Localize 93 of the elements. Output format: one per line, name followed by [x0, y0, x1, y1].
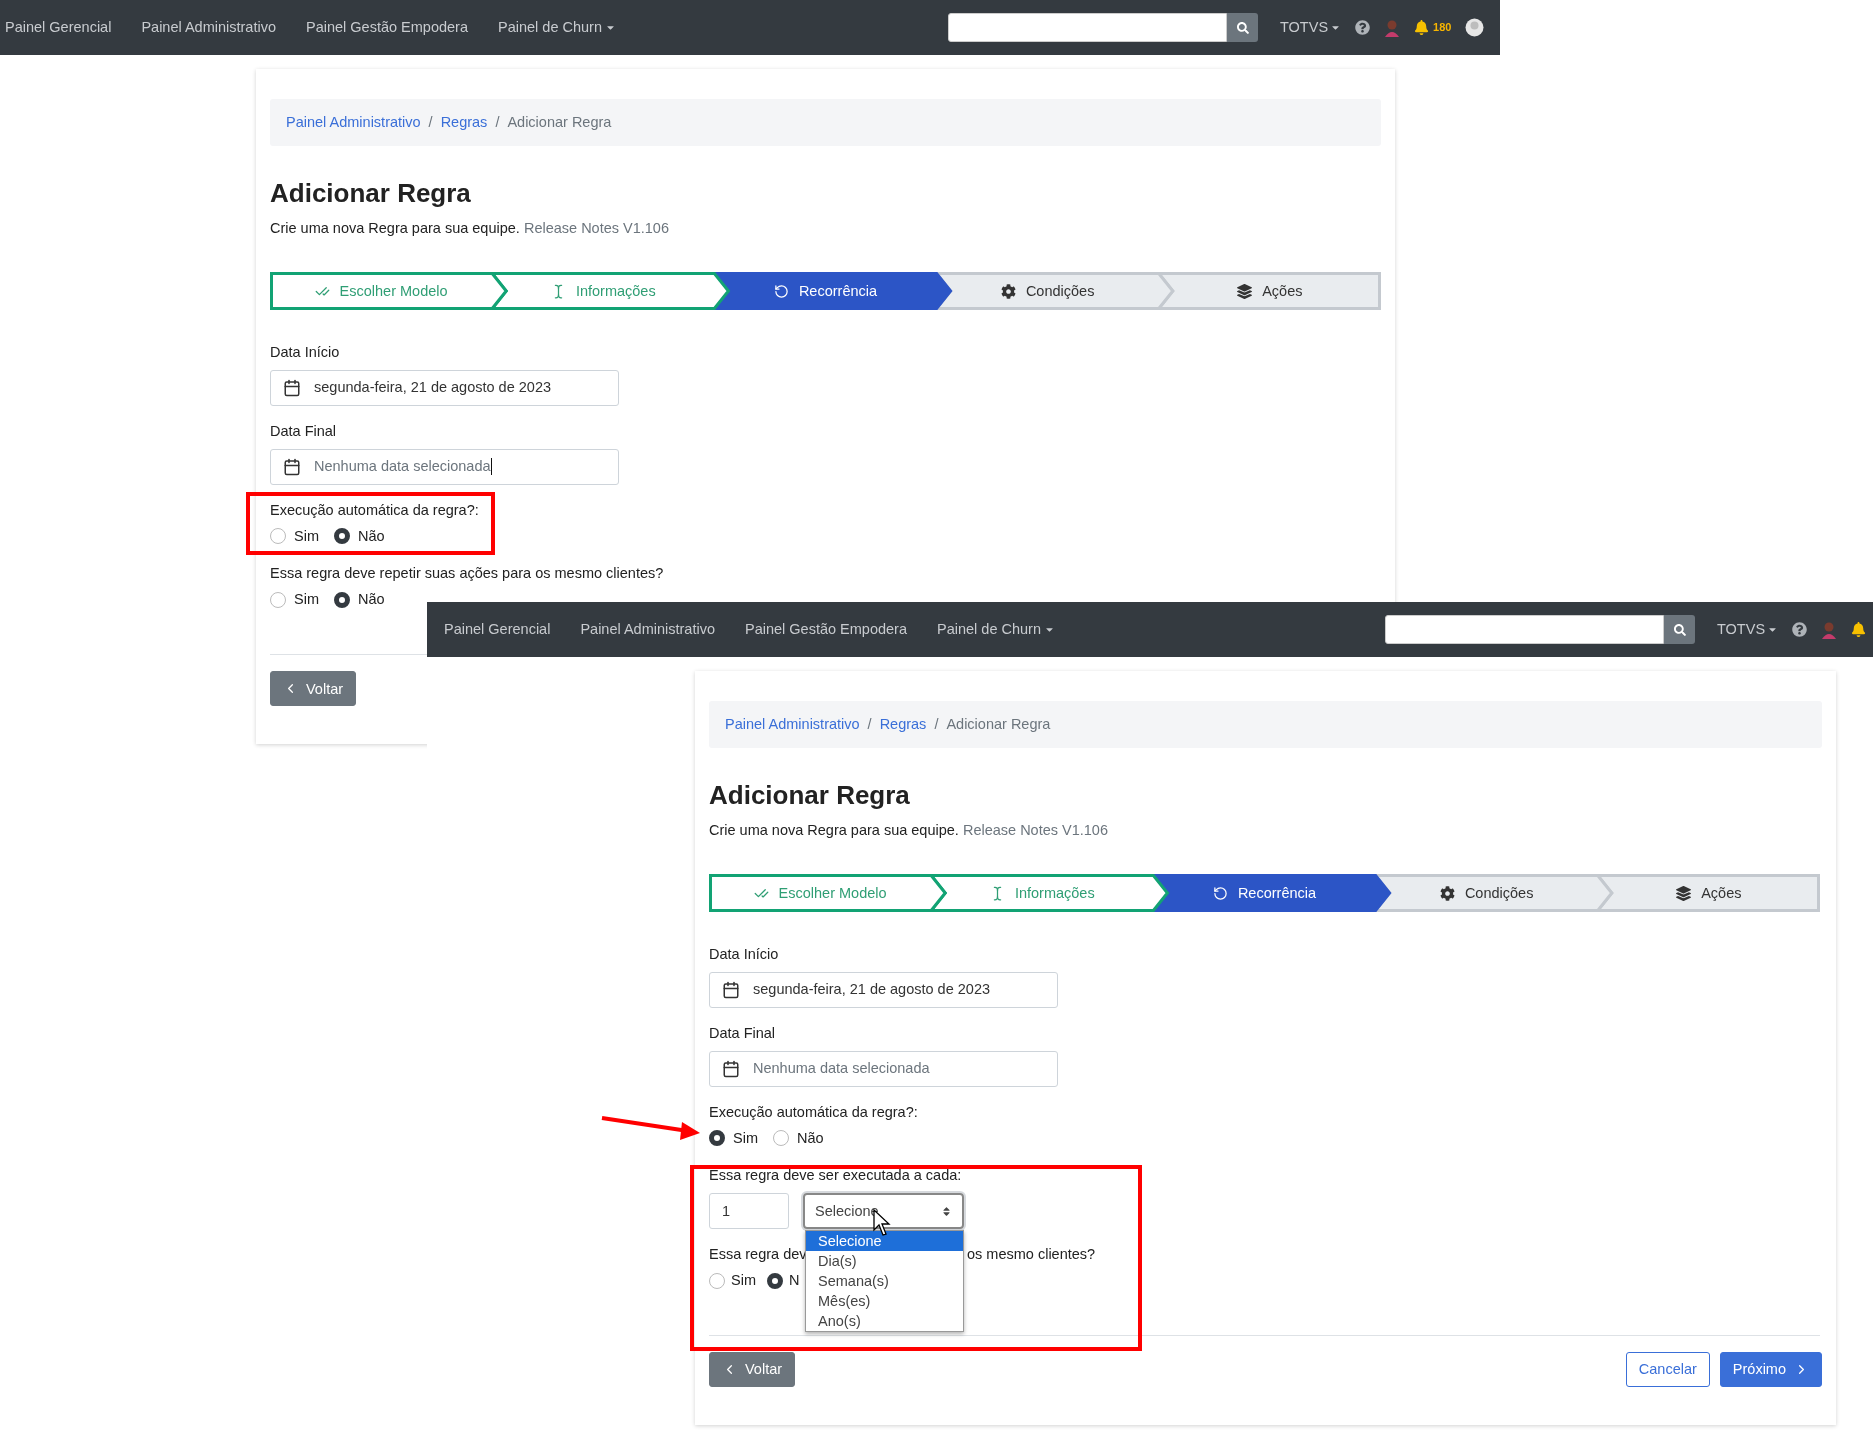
radio-button[interactable] — [709, 1130, 725, 1146]
cancel-button[interactable]: Cancelar — [1625, 1351, 1710, 1387]
breadcrumb-link[interactable]: Regras — [440, 113, 488, 132]
search-field[interactable] — [1385, 615, 1664, 644]
breadcrumb-separator: / — [495, 113, 500, 132]
radio-button[interactable] — [767, 1272, 783, 1289]
page-title: Adicionar Regra — [709, 780, 911, 812]
date-field[interactable]: segunda-feira, 21 de agosto de 2023 — [709, 971, 1058, 1008]
radio-button[interactable] — [334, 528, 350, 544]
nav-link[interactable]: Painel de Churn — [937, 620, 1055, 639]
account-menu[interactable]: TOTVS — [1717, 620, 1779, 639]
search-button[interactable] — [1664, 615, 1695, 644]
calendar-icon — [283, 378, 301, 397]
search-field[interactable] — [948, 13, 1227, 42]
step-icon — [1237, 283, 1253, 299]
dropdown-option[interactable]: Dia(s) — [806, 1251, 963, 1272]
dropdown-option[interactable]: Ano(s) — [806, 1311, 963, 1332]
radio-button[interactable] — [270, 591, 286, 608]
user-avatar-icon[interactable] — [1821, 620, 1838, 639]
step-icon — [773, 283, 789, 299]
step-icon — [1676, 885, 1692, 901]
nav-link[interactable]: Painel Gestão Empodera — [306, 18, 482, 37]
question-label: Execução automática da regra?: — [709, 1102, 919, 1122]
radio-button[interactable] — [334, 591, 350, 608]
question-label: Execução automática da regra?: — [270, 500, 480, 520]
breadcrumb-separator: / — [428, 113, 433, 132]
sort-icon — [941, 1205, 952, 1217]
page-subtitle: Crie uma nova Regra para sua equipe. Release Notes V1.106 — [709, 821, 1109, 841]
radio-button[interactable] — [270, 528, 286, 544]
nav-link[interactable]: Painel Administrativo — [141, 18, 290, 37]
dropdown-option[interactable]: Mês(es) — [806, 1291, 963, 1312]
field-label: Data Final — [709, 1023, 777, 1043]
nav-link[interactable]: Painel Gerencial — [444, 620, 565, 639]
step-icon — [1212, 885, 1228, 901]
search-button[interactable] — [1227, 13, 1258, 42]
radio-option[interactable]: Não — [334, 526, 385, 546]
calendar-icon — [283, 457, 301, 476]
text-caret — [490, 458, 492, 476]
dropdown-option[interactable]: Semana(s) — [806, 1271, 963, 1292]
radio-option[interactable]: Não — [773, 1128, 824, 1148]
radio-option[interactable]: Sim — [709, 1128, 758, 1148]
help-icon[interactable] — [1792, 622, 1808, 637]
notification-count: 180 — [1433, 20, 1452, 35]
nav-link[interactable]: Painel de Churn — [498, 18, 616, 37]
page-title: Adicionar Regra — [270, 178, 472, 210]
field-label: Data Início — [270, 343, 341, 362]
back-button[interactable]: Voltar — [270, 671, 357, 707]
nav-link[interactable]: Painel Gestão Empodera — [745, 620, 921, 639]
radio-option[interactable]: Não — [334, 590, 385, 610]
search-icon — [1673, 623, 1686, 636]
field-label: Data Final — [270, 421, 338, 441]
select-field[interactable]: Selecione — [803, 1193, 964, 1230]
account-menu[interactable]: TOTVS — [1280, 18, 1342, 37]
step-icon — [1439, 885, 1455, 901]
breadcrumb-link[interactable]: Painel Administrativo — [725, 715, 860, 734]
breadcrumb-link[interactable]: Regras — [879, 715, 927, 734]
step-icon — [1000, 283, 1016, 299]
radio-button[interactable] — [773, 1130, 789, 1146]
profile-avatar-icon[interactable] — [1465, 18, 1485, 37]
question-label: Essa regra deve repetir suas ações para os mesmo clientes? — [270, 564, 665, 584]
user-avatar-icon[interactable] — [1384, 18, 1401, 37]
breadcrumb-separator: / — [867, 715, 872, 734]
back-button[interactable]: Voltar — [709, 1351, 796, 1387]
radio-option[interactable]: N — [767, 1271, 800, 1290]
release-notes-link[interactable]: Release Notes V1.106 — [523, 220, 669, 237]
date-field[interactable]: segunda-feira, 21 de agosto de 2023 — [270, 369, 619, 406]
nav-link[interactable]: Painel Administrativo — [580, 620, 729, 639]
question-label: Essa regra dev — [709, 1245, 804, 1265]
nav-link[interactable]: Painel Gerencial — [5, 18, 126, 37]
field-label: Data Início — [709, 945, 780, 964]
release-notes-link[interactable]: Release Notes V1.106 — [962, 822, 1108, 839]
question-label: Essa regra deve ser executada a cada: — [709, 1166, 963, 1186]
radio-option[interactable]: Sim — [270, 590, 319, 610]
help-icon[interactable] — [1355, 20, 1371, 35]
calendar-icon — [722, 980, 740, 999]
date-field[interactable]: Nenhuma data selecionada — [709, 1050, 1058, 1087]
calendar-icon — [722, 1059, 740, 1078]
number-field[interactable]: 1 — [709, 1193, 789, 1230]
notification-icon[interactable] — [1414, 20, 1430, 35]
breadcrumb-link[interactable]: Painel Administrativo — [286, 113, 421, 132]
notification-icon[interactable] — [1851, 622, 1867, 637]
radio-option[interactable]: Sim — [709, 1271, 756, 1290]
search-icon — [1236, 21, 1249, 34]
radio-option[interactable]: Sim — [270, 526, 319, 546]
question-label: os mesmo clientes? — [967, 1245, 1096, 1265]
radio-button[interactable] — [709, 1272, 725, 1289]
dropdown-option[interactable]: Selecione — [806, 1231, 963, 1252]
page-subtitle: Crie uma nova Regra para sua equipe. Release Notes V1.106 — [270, 219, 670, 239]
next-button[interactable]: Próximo — [1719, 1351, 1822, 1387]
current-page-label: Adicionar Regra — [507, 113, 612, 132]
current-page-label: Adicionar Regra — [946, 715, 1051, 734]
date-field[interactable]: Nenhuma data selecionada — [270, 448, 619, 485]
breadcrumb-separator: / — [934, 715, 939, 734]
